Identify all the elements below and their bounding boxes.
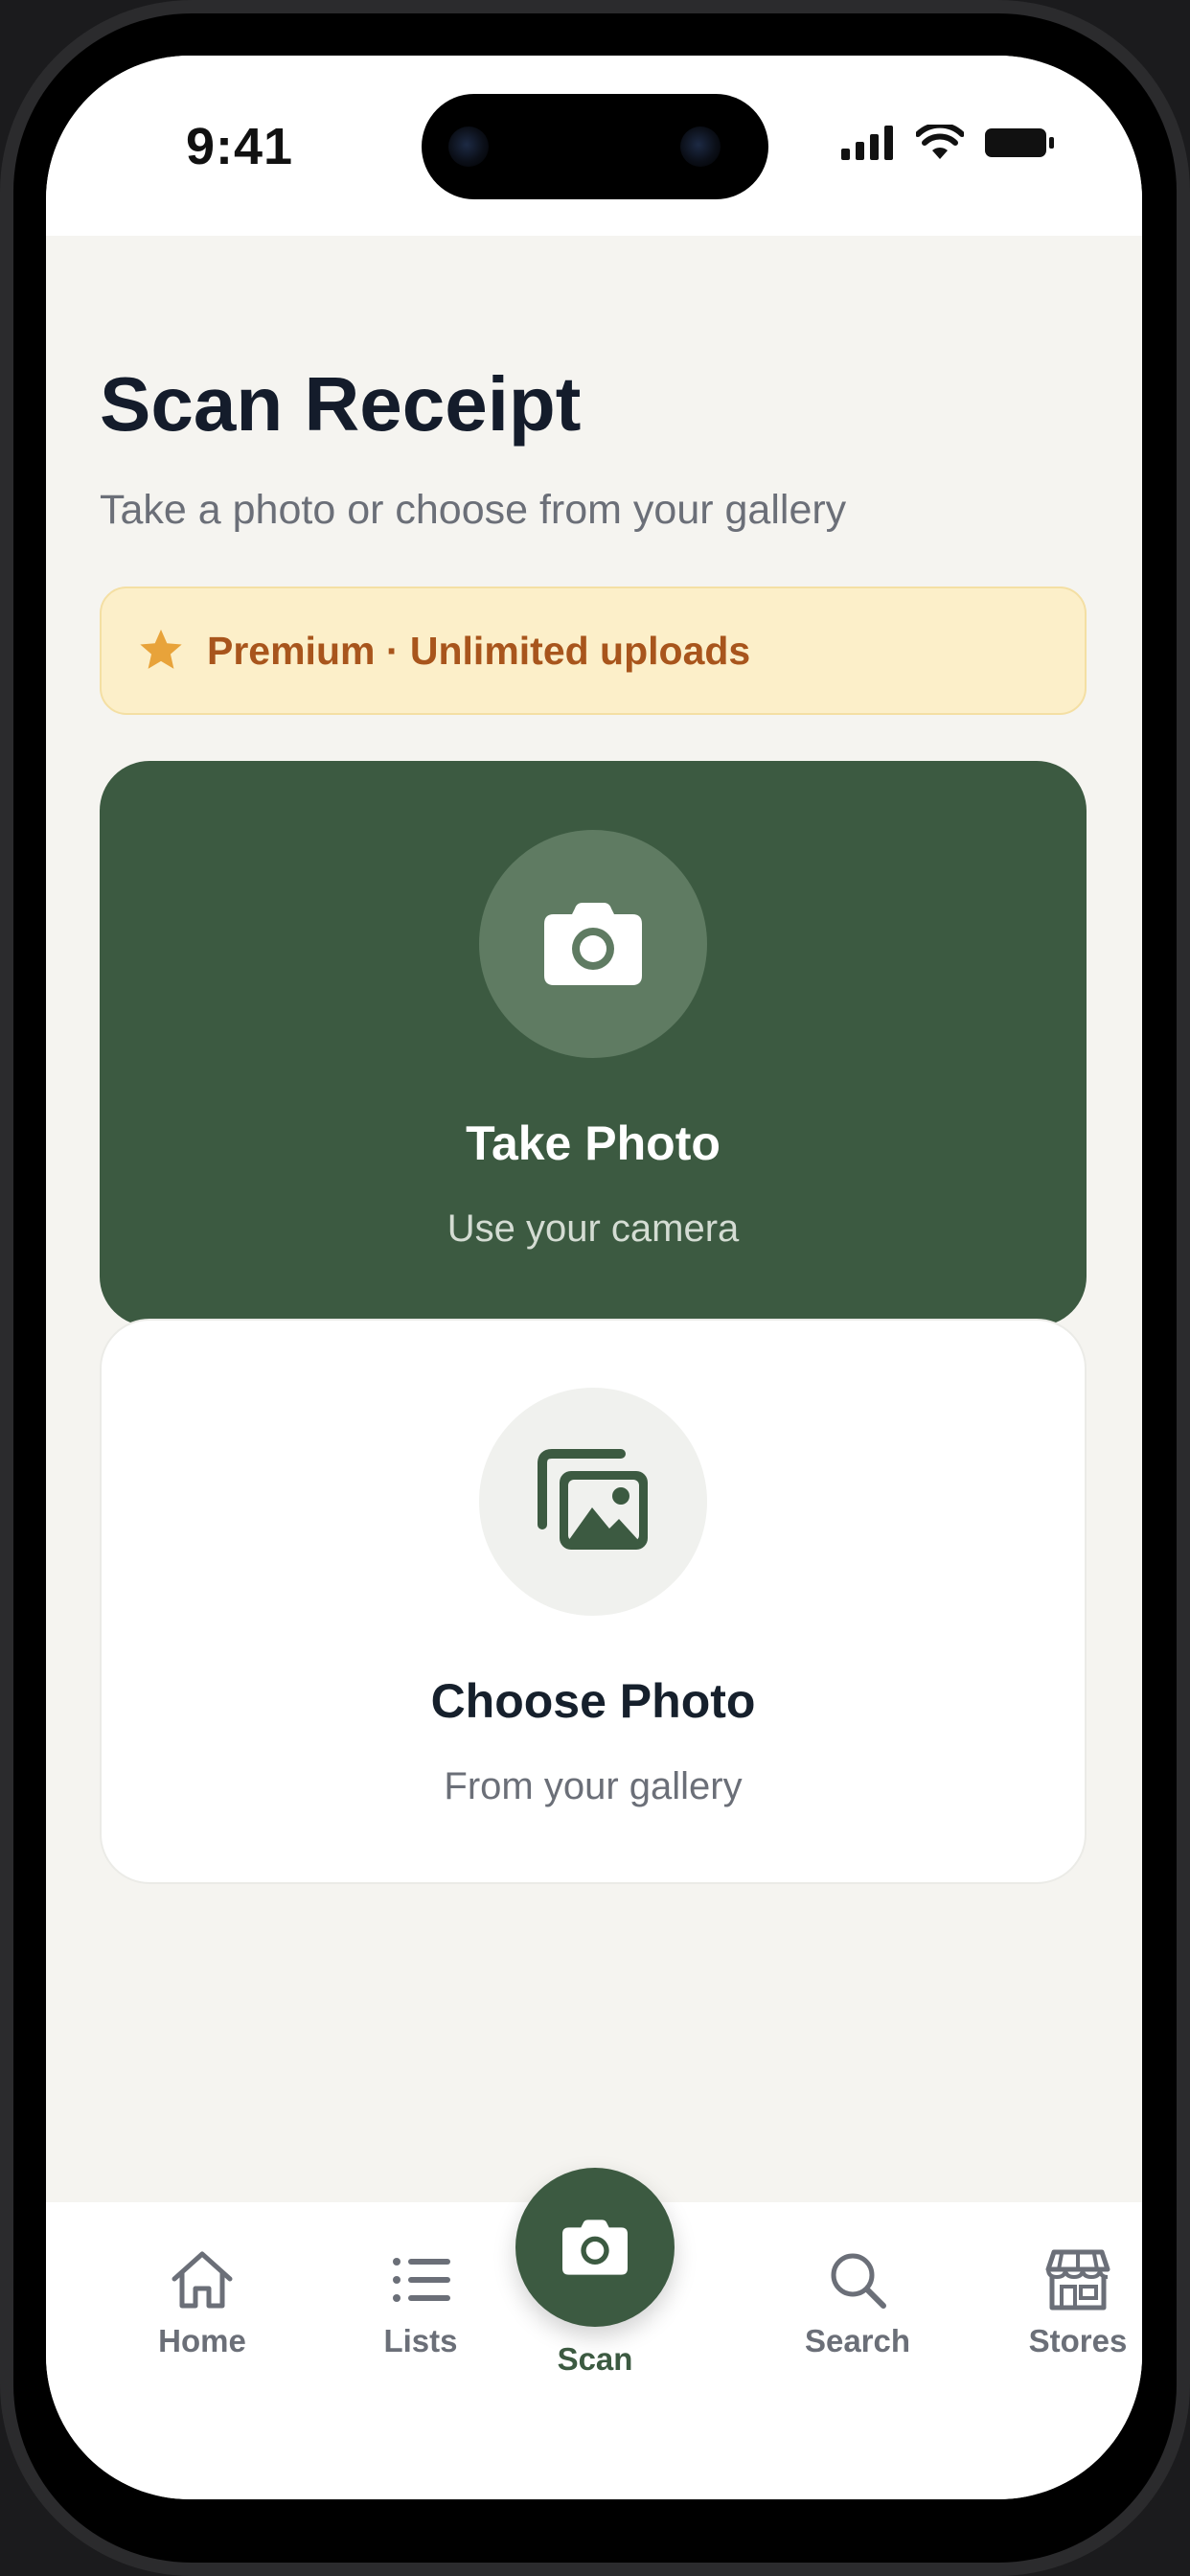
tab-search-label: Search [804, 2323, 911, 2358]
choose-photo-subtitle: From your gallery [444, 1765, 743, 1807]
take-photo-title: Take Photo [466, 1116, 721, 1170]
tab-stores[interactable]: Stores [982, 2202, 1142, 2394]
camera-icon [562, 2220, 628, 2275]
camera-icon [544, 903, 642, 985]
status-time: 9:41 [186, 118, 294, 175]
app-screen: 9:41 Scan Receipt Take a photo or choose… [46, 56, 1142, 2499]
gallery-icon [538, 1449, 648, 1550]
dynamic-island [422, 94, 768, 199]
take-photo-button[interactable]: Take Photo Use your camera [100, 761, 1087, 1326]
bottom-tab-bar: Home Lists Scan Search Stores [46, 2168, 1142, 2499]
page-title: Scan Receipt [100, 361, 582, 447]
tab-stores-label: Stores [1028, 2323, 1128, 2358]
tab-search[interactable]: Search [762, 2202, 953, 2394]
tab-lists-label: Lists [383, 2323, 458, 2358]
list-icon [393, 2258, 450, 2302]
status-icons [841, 125, 1056, 161]
tab-scan[interactable] [515, 2168, 675, 2327]
star-icon [140, 629, 182, 669]
choose-photo-title: Choose Photo [430, 1674, 756, 1728]
premium-banner: Premium · Unlimited uploads [100, 586, 1087, 715]
tab-home-label: Home [158, 2323, 246, 2358]
tab-home[interactable]: Home [106, 2202, 298, 2394]
cellular-signal-icon [841, 126, 893, 160]
tab-lists[interactable]: Lists [325, 2202, 516, 2394]
take-photo-subtitle: Use your camera [446, 1208, 740, 1250]
home-icon [172, 2251, 233, 2309]
sensor-lens [680, 126, 721, 167]
search-icon [831, 2253, 886, 2309]
wifi-icon [916, 125, 964, 159]
take-photo-icon-circle [479, 830, 707, 1058]
choose-photo-icon-circle [479, 1388, 707, 1616]
choose-photo-button[interactable]: Choose Photo From your gallery [100, 1319, 1087, 1884]
status-bar: 9:41 [46, 56, 1142, 236]
store-icon [1045, 2249, 1110, 2311]
page-subtitle: Take a photo or choose from your gallery [100, 487, 847, 533]
tab-scan-label: Scan [557, 2341, 633, 2377]
battery-icon [985, 128, 1054, 157]
camera-lens [448, 126, 489, 167]
premium-label: Premium · Unlimited uploads [207, 628, 751, 673]
